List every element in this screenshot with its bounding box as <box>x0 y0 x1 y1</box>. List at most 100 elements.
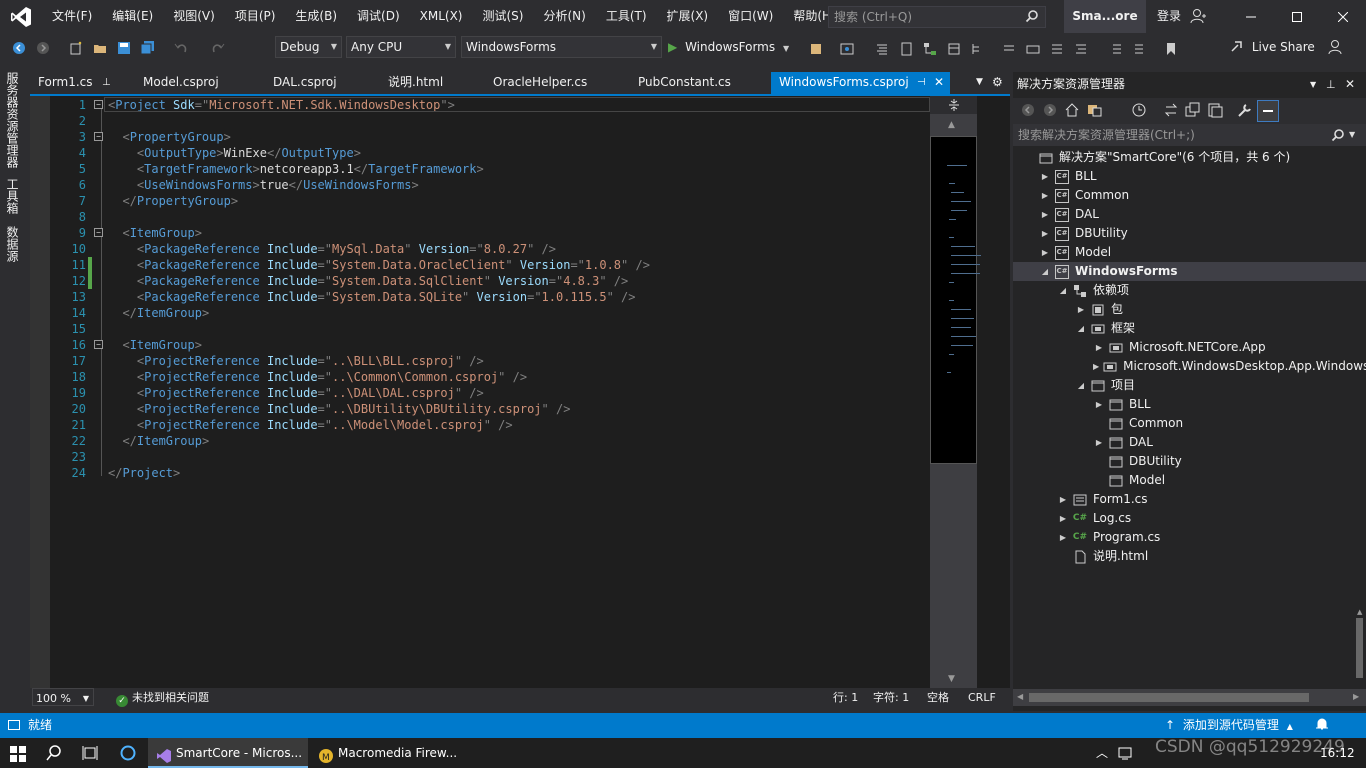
search-icon[interactable] <box>46 745 62 764</box>
code-line[interactable]: 2 <box>50 113 108 129</box>
code-line[interactable]: 14 </ItemGroup> <box>50 305 210 321</box>
expand-arrow-icon[interactable]: ▶ <box>1039 205 1051 224</box>
windows-start-icon[interactable] <box>10 746 26 765</box>
tree-item[interactable]: ▶ DAL <box>1013 433 1366 452</box>
tab-readme-html[interactable]: 说明.html <box>380 72 484 95</box>
scroll-right-icon[interactable]: ▶ <box>1353 692 1359 701</box>
properties-wrench-icon[interactable] <box>1237 102 1253 121</box>
startup-project-select[interactable]: WindowsForms ▼ <box>461 36 662 58</box>
code-line[interactable]: 6 <UseWindowsForms>true</UseWindowsForms… <box>50 177 419 193</box>
bookmark-tool-icon[interactable] <box>998 38 1020 60</box>
expand-arrow-icon[interactable]: ▶ <box>1057 490 1069 509</box>
menu-item[interactable]: 视图(V) <box>163 0 225 33</box>
forward-icon[interactable] <box>1043 103 1057 120</box>
scrollbar-thumb[interactable] <box>1029 693 1309 702</box>
undo-icon[interactable] <box>170 37 192 59</box>
add-to-source-control-button[interactable]: ↑ 添加到源代码管理 ▲ <box>1165 713 1293 739</box>
tree-item[interactable]: ▶ Microsoft.NETCore.App <box>1013 338 1366 357</box>
code-line[interactable]: 23 <box>50 449 108 465</box>
tree-item[interactable]: ▶ C# BLL <box>1013 167 1366 186</box>
login-link[interactable]: 登录 <box>1157 0 1181 33</box>
fold-toggle-icon[interactable]: − <box>94 100 103 109</box>
menu-item[interactable]: 分析(N) <box>533 0 595 33</box>
tree-item[interactable]: ▶ C# Model <box>1013 243 1366 262</box>
tree-item[interactable]: Model <box>1013 471 1366 490</box>
split-editor-button[interactable] <box>930 96 977 114</box>
close-tab-icon[interactable]: ✕ <box>934 72 944 93</box>
tree-item[interactable]: ▶ 包 <box>1013 300 1366 319</box>
new-project-icon[interactable] <box>65 37 87 59</box>
code-line[interactable]: 21 <ProjectReference Include="..\Model\M… <box>50 417 513 433</box>
redo-icon[interactable] <box>207 37 229 59</box>
code-line[interactable]: 13 <PackageReference Include="System.Dat… <box>50 289 636 305</box>
maximize-button[interactable] <box>1274 0 1320 33</box>
data-sources-tab[interactable]: 数据源 <box>4 226 21 262</box>
horizontal-scrollbar[interactable]: ◀ ▶ <box>1013 689 1366 706</box>
code-line[interactable]: 16− <ItemGroup> <box>50 337 202 353</box>
class-view-icon[interactable] <box>943 38 965 60</box>
code-line[interactable]: 24 </Project> <box>50 465 181 481</box>
code-line[interactable]: 18 <ProjectReference Include="..\Common\… <box>50 369 528 385</box>
live-share-button[interactable]: Live Share <box>1230 36 1315 58</box>
show-all-files-icon[interactable] <box>1207 102 1223 121</box>
pin-icon[interactable]: ⊥ <box>102 72 111 93</box>
bookmark-icon[interactable] <box>1160 38 1182 60</box>
comment-icon[interactable] <box>1046 38 1068 60</box>
tab-pubconstant-cs[interactable]: PubConstant.cs <box>630 72 772 95</box>
format-icon[interactable] <box>871 38 893 60</box>
server-explorer-tab[interactable]: 服务器资源管理器 <box>4 72 21 168</box>
navigate-forward-icon[interactable] <box>32 37 54 59</box>
pin-icon[interactable]: ⊥ <box>1326 74 1336 95</box>
save-icon[interactable] <box>113 37 135 59</box>
show-hidden-icons-icon[interactable]: ︿ <box>1096 744 1108 761</box>
tree-item[interactable]: ▶ Form1.cs <box>1013 490 1366 509</box>
code-line[interactable]: 22 </ItemGroup> <box>50 433 210 449</box>
tree-item[interactable]: ◢ 项目 <box>1013 376 1366 395</box>
tab-dal-csproj[interactable]: DAL.csproj <box>265 72 379 95</box>
code-line[interactable]: 19 <ProjectReference Include="..\DAL\DAL… <box>50 385 484 401</box>
indent-icon[interactable] <box>1105 38 1127 60</box>
switch-views-icon[interactable] <box>1087 102 1103 121</box>
tree-item[interactable]: ▶ Microsoft.WindowsDesktop.App.Windows <box>1013 357 1366 376</box>
solution-search-input[interactable]: 搜索解决方案资源管理器(Ctrl+;) ▼ <box>1013 124 1366 146</box>
chevron-down-icon[interactable]: ▼ <box>1310 74 1316 95</box>
code-line[interactable]: 4 <OutputType>WinExe</OutputType> <box>50 145 361 161</box>
scroll-up-icon[interactable]: ▲ <box>948 120 955 130</box>
close-window-button[interactable] <box>1320 0 1366 33</box>
open-file-icon[interactable] <box>89 37 111 59</box>
expand-arrow-icon[interactable]: ▶ <box>1057 528 1069 547</box>
tree-item[interactable]: ▶ BLL <box>1013 395 1366 414</box>
task-view-icon[interactable] <box>82 745 98 764</box>
tree-item[interactable]: ◢ 依赖项 <box>1013 281 1366 300</box>
menu-item[interactable]: 生成(B) <box>285 0 347 33</box>
tree-icon[interactable] <box>967 38 989 60</box>
scroll-left-icon[interactable]: ◀ <box>1017 692 1023 701</box>
menu-item[interactable]: 文件(F) <box>42 0 102 33</box>
fold-toggle-icon[interactable]: − <box>94 340 103 349</box>
tree-item[interactable]: ▶ C# Program.cs <box>1013 528 1366 547</box>
collapse-arrow-icon[interactable]: ◢ <box>1075 376 1087 395</box>
code-line[interactable]: 9− <ItemGroup> <box>50 225 202 241</box>
code-line[interactable]: 3− <PropertyGroup> <box>50 129 231 145</box>
minimap-preview[interactable] <box>930 136 981 464</box>
solution-name-badge[interactable]: Sma...ore <box>1064 0 1146 33</box>
tree-item[interactable]: ▶ C# DBUtility <box>1013 224 1366 243</box>
whitespace-indicator[interactable]: 空格 <box>927 688 949 708</box>
tree-item[interactable]: ◢ C# WindowsForms <box>1013 262 1366 281</box>
code-line[interactable]: 10 <PackageReference Include="MySql.Data… <box>50 241 556 257</box>
menu-item[interactable]: 窗口(W) <box>718 0 783 33</box>
expand-arrow-icon[interactable]: ▶ <box>1057 509 1069 528</box>
sync-icon[interactable] <box>1163 102 1179 121</box>
line-number-indicator[interactable]: 行: 1 <box>833 688 858 708</box>
menu-item[interactable]: 扩展(X) <box>657 0 719 33</box>
menu-item[interactable]: 项目(P) <box>225 0 286 33</box>
diagnostics-icon[interactable] <box>836 38 858 60</box>
vertical-scrollbar[interactable]: ▲ <box>1353 608 1366 688</box>
tree-item[interactable]: 解决方案"SmartCore"(6 个项目，共 6 个) <box>1013 148 1366 167</box>
issues-indicator[interactable]: ✓ 未找到相关问题 <box>116 688 209 708</box>
start-debugging-button[interactable]: ▶ WindowsForms ▼ <box>668 36 789 58</box>
line-ending-indicator[interactable]: CRLF <box>968 688 996 708</box>
tab-oraclehelper-cs[interactable]: OracleHelper.cs <box>485 72 631 95</box>
code-editor[interactable]: 1− <Project Sdk="Microsoft.NET.Sdk.Window… <box>30 96 1010 688</box>
tree-item[interactable]: ◢ 框架 <box>1013 319 1366 338</box>
